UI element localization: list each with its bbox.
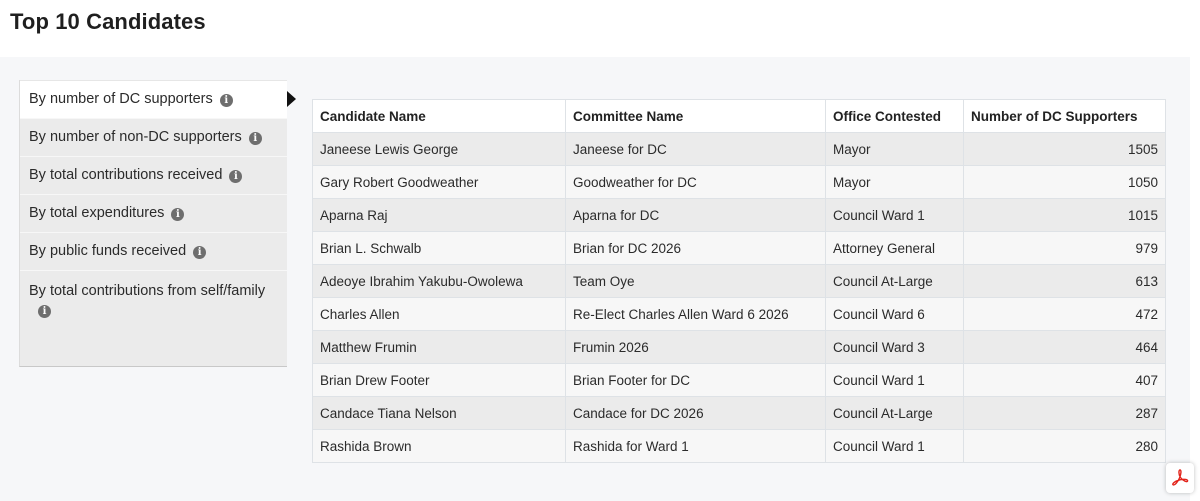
office-cell: Council Ward 1 [825, 198, 964, 232]
column-header-dc-supporters[interactable]: Number of DC Supporters [963, 99, 1166, 133]
supporters-cell: 613 [963, 264, 1166, 298]
table-row: Gary Robert Goodweather Goodweather for … [312, 165, 1166, 199]
supporters-cell: 280 [963, 429, 1166, 463]
nav-item-label: By public funds received [29, 243, 187, 259]
info-icon[interactable]: i [38, 305, 51, 318]
info-icon[interactable]: i [229, 170, 243, 183]
table-row: Candace Tiana Nelson Candace for DC 2026… [312, 396, 1166, 430]
candidate-name-cell: Adeoye Ibrahim Yakubu-Owolewa [312, 264, 566, 298]
office-cell: Council Ward 3 [825, 330, 964, 364]
committee-name-cell: Janeese for DC [565, 132, 826, 166]
committee-name-cell: Brian Footer for DC [565, 363, 826, 397]
table-row: Brian L. Schwalb Brian for DC 2026 Attor… [312, 231, 1166, 265]
supporters-cell: 464 [963, 330, 1166, 364]
caret-right-icon [287, 91, 296, 107]
office-cell: Council At-Large [825, 396, 964, 430]
table-row: Matthew Frumin Frumin 2026 Council Ward … [312, 330, 1166, 364]
candidate-name-cell: Brian Drew Footer [312, 363, 566, 397]
supporters-cell: 472 [963, 297, 1166, 331]
ranking-nav: By number of DC supporters i By number of… [19, 80, 287, 367]
table-row: Aparna Raj Aparna for DC Council Ward 1 … [312, 198, 1166, 232]
candidate-name-cell: Charles Allen [312, 297, 566, 331]
table-row: Rashida Brown Rashida for Ward 1 Council… [312, 429, 1166, 463]
nav-item-total-expenditures[interactable]: By total expenditures i [20, 194, 287, 232]
info-icon[interactable]: i [171, 208, 185, 221]
supporters-cell: 1050 [963, 165, 1166, 199]
info-icon[interactable]: i [193, 246, 207, 259]
nav-item-label: By total expenditures [29, 205, 165, 221]
column-header-committee-name[interactable]: Committee Name [565, 99, 826, 133]
supporters-cell: 979 [963, 231, 1166, 265]
table-row: Charles Allen Re-Elect Charles Allen War… [312, 297, 1166, 331]
committee-name-cell: Brian for DC 2026 [565, 231, 826, 265]
office-cell: Mayor [825, 165, 964, 199]
committee-name-cell: Frumin 2026 [565, 330, 826, 364]
committee-name-cell: Aparna for DC [565, 198, 826, 232]
candidate-name-cell: Matthew Frumin [312, 330, 566, 364]
supporters-cell: 407 [963, 363, 1166, 397]
candidate-name-cell: Aparna Raj [312, 198, 566, 232]
nav-item-total-contributions[interactable]: By total contributions received i [20, 156, 287, 194]
candidate-name-cell: Janeese Lewis George [312, 132, 566, 166]
nav-item-public-funds[interactable]: By public funds received i [20, 232, 287, 270]
column-header-candidate-name[interactable]: Candidate Name [312, 99, 566, 133]
table-row: Brian Drew Footer Brian Footer for DC Co… [312, 363, 1166, 397]
candidate-name-cell: Rashida Brown [312, 429, 566, 463]
candidate-name-cell: Gary Robert Goodweather [312, 165, 566, 199]
office-cell: Council Ward 6 [825, 297, 964, 331]
table-row: Janeese Lewis George Janeese for DC Mayo… [312, 132, 1166, 166]
info-icon[interactable]: i [219, 94, 233, 107]
column-header-office-contested[interactable]: Office Contested [825, 99, 964, 133]
candidate-name-cell: Brian L. Schwalb [312, 231, 566, 265]
committee-name-cell: Team Oye [565, 264, 826, 298]
committee-name-cell: Goodweather for DC [565, 165, 826, 199]
pdf-icon [1172, 469, 1189, 486]
nav-item-label: By total contributions received [29, 167, 223, 183]
office-cell: Council Ward 1 [825, 363, 964, 397]
committee-name-cell: Re-Elect Charles Allen Ward 6 2026 [565, 297, 826, 331]
candidate-name-cell: Candace Tiana Nelson [312, 396, 566, 430]
office-cell: Council At-Large [825, 264, 964, 298]
table-header-row: Candidate Name Committee Name Office Con… [312, 99, 1166, 133]
pdf-export-button[interactable] [1166, 463, 1194, 493]
committee-name-cell: Rashida for Ward 1 [565, 429, 826, 463]
office-cell: Council Ward 1 [825, 429, 964, 463]
info-icon[interactable]: i [248, 132, 262, 145]
supporters-cell: 1015 [963, 198, 1166, 232]
nav-item-self-family-contributions[interactable]: By total contributions from self/family i [20, 270, 287, 366]
candidates-table: Candidate Name Committee Name Office Con… [312, 99, 1166, 463]
supporters-cell: 1505 [963, 132, 1166, 166]
page-title: Top 10 Candidates [10, 9, 206, 34]
nav-item-non-dc-supporters[interactable]: By number of non-DC supporters i [20, 118, 287, 156]
committee-name-cell: Candace for DC 2026 [565, 396, 826, 430]
office-cell: Attorney General [825, 231, 964, 265]
table-row: Adeoye Ibrahim Yakubu-Owolewa Team Oye C… [312, 264, 1166, 298]
nav-item-label: By number of non-DC supporters [29, 129, 242, 145]
nav-item-label: By number of DC supporters [29, 91, 213, 107]
nav-item-dc-supporters[interactable]: By number of DC supporters i [20, 80, 287, 118]
supporters-cell: 287 [963, 396, 1166, 430]
nav-item-label: By total contributions from self/family [29, 283, 266, 299]
office-cell: Mayor [825, 132, 964, 166]
